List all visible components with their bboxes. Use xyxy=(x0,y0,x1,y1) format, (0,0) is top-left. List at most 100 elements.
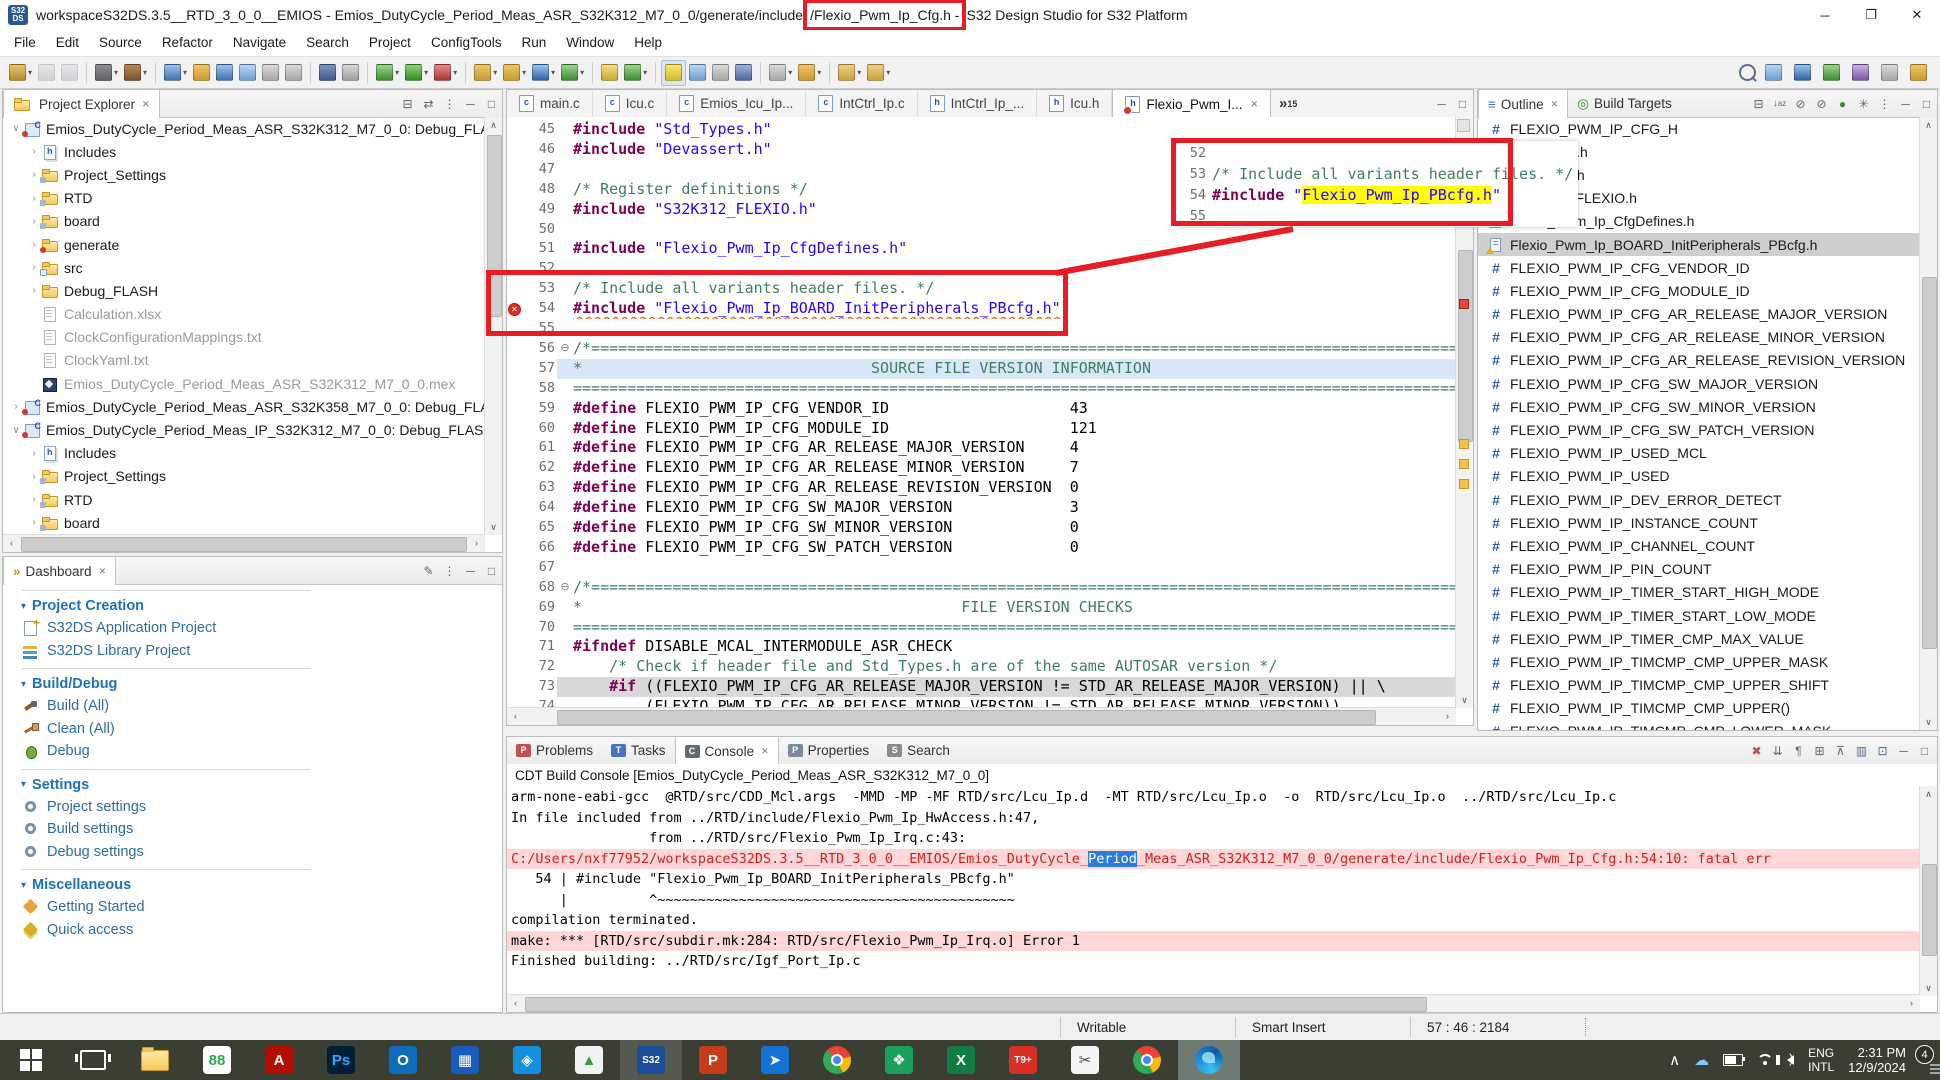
console-line-4[interactable]: C:/Users/nxf77952/workspaceS32DS.3.5__RT… xyxy=(507,849,1920,870)
pin-editor-icon[interactable] xyxy=(339,61,362,85)
console-tab-properties[interactable]: PProperties xyxy=(779,737,879,764)
dropdown-caret-icon[interactable]: ▾ xyxy=(453,68,457,77)
tree-item-includes[interactable]: ›Includes xyxy=(3,442,485,465)
collapse-all-icon[interactable]: ⊟ xyxy=(397,90,418,117)
occurrence-marker[interactable] xyxy=(1459,459,1469,469)
collapsed-arrow-icon[interactable]: › xyxy=(27,193,41,204)
close-icon[interactable]: ✕ xyxy=(1551,99,1559,110)
outline-item[interactable]: #FLEXIO_PWM_IP_TIMCMP_CMP_LOWER_MASK xyxy=(1478,720,1920,730)
build-icon[interactable]: ▾ xyxy=(121,61,150,85)
dashboard-link-project-settings[interactable]: Project settings xyxy=(3,796,502,819)
section-collapse-icon[interactable]: ▾ xyxy=(21,880,26,891)
edit-icon[interactable]: ✎ xyxy=(418,557,439,584)
hide-non-public-icon[interactable]: ● xyxy=(1832,90,1853,117)
redo-icon[interactable] xyxy=(282,61,305,85)
code-line-62[interactable]: 62#define FLEXIO_PWM_IP_CFG_AR_RELEASE_M… xyxy=(507,458,1456,478)
project-tree-hscrollbar[interactable]: ‹ › xyxy=(3,534,485,552)
hide-static-icon[interactable]: ⊘ xyxy=(1811,90,1832,117)
console-line-8[interactable]: make: *** [RTD/src/subdir.mk:284: RTD/sr… xyxy=(507,931,1920,952)
collapsed-arrow-icon[interactable]: › xyxy=(27,146,41,157)
menu-navigate[interactable]: Navigate xyxy=(223,30,296,56)
expanded-arrow-icon[interactable]: ∨ xyxy=(9,123,23,134)
occurrence-marker[interactable] xyxy=(1459,479,1469,489)
outline-item[interactable]: #FLEXIO_PWM_IP_CFG_AR_RELEASE_MINOR_VERS… xyxy=(1478,326,1920,349)
editor-tab-main-c[interactable]: cmain.c xyxy=(507,90,593,117)
show-pilcrow-icon[interactable] xyxy=(732,61,755,85)
debug-icon[interactable]: ▾ xyxy=(373,61,402,85)
display-console-icon[interactable]: ▥ xyxy=(1851,737,1872,764)
view-menu-icon[interactable]: ⋮ xyxy=(1874,90,1895,117)
edge[interactable] xyxy=(1178,1040,1240,1080)
minimize-view-icon[interactable]: ─ xyxy=(460,90,481,117)
tab-project-explorer[interactable]: Project Explorer✕ xyxy=(3,90,160,118)
code-line-57[interactable]: 57* SOURCE FILE VERSION INFORMATION xyxy=(507,359,1456,379)
t9-app[interactable]: T9+ xyxy=(992,1040,1054,1080)
tab-outline[interactable]: ≡ Outline✕ xyxy=(1478,90,1568,118)
perspective-cc-icon[interactable] xyxy=(1791,61,1814,85)
battery-icon[interactable] xyxy=(1723,1054,1743,1066)
outline-item[interactable]: #FLEXIO_PWM_IP_CFG_H xyxy=(1478,117,1920,140)
start-button[interactable] xyxy=(0,1040,62,1080)
open-perspective-icon[interactable] xyxy=(1762,61,1785,85)
minimize-view-icon[interactable]: ─ xyxy=(460,557,481,584)
outline-vscrollbar[interactable]: ∧ ∨ xyxy=(1919,117,1937,730)
tab-build-targets[interactable]: ◎ Build Targets xyxy=(1568,90,1681,117)
code-line-67[interactable]: 67 xyxy=(507,558,1456,578)
editor-tab-flexio-pwm-i-[interactable]: hFlexio_Pwm_I...✕ xyxy=(1112,90,1271,118)
word-wrap-icon[interactable]: ¶ xyxy=(1788,737,1809,764)
outline-item[interactable]: #FLEXIO_PWM_IP_CFG_AR_RELEASE_MAJOR_VERS… xyxy=(1478,303,1920,326)
project-tree-vscrollbar[interactable]: ∧ ∨ xyxy=(484,117,502,535)
collapsed-arrow-icon[interactable]: › xyxy=(27,517,41,528)
task-view-button[interactable] xyxy=(62,1040,124,1080)
outline-item[interactable]: #FLEXIO_PWM_IP_INSTANCE_COUNT xyxy=(1478,511,1920,534)
maximize-button[interactable]: ❐ xyxy=(1848,0,1894,30)
close-button[interactable]: ✕ xyxy=(1894,0,1940,30)
dashboard-link-build-settings[interactable]: Build settings xyxy=(3,818,502,841)
bookmark-icon[interactable] xyxy=(598,61,621,85)
dashboard-section-build-debug[interactable]: ▾Build/Debug xyxy=(3,673,502,695)
minimize-view-icon[interactable]: ─ xyxy=(1895,90,1916,117)
menu-help[interactable]: Help xyxy=(624,30,672,56)
undo-icon[interactable] xyxy=(259,61,282,85)
menu-source[interactable]: Source xyxy=(89,30,152,56)
tree-item-includes[interactable]: ›Includes xyxy=(3,140,485,163)
last-edit-location-icon[interactable]: ▾ xyxy=(795,61,824,85)
tab-dashboard[interactable]: » Dashboard✕ xyxy=(3,557,116,585)
minimize-view-icon[interactable]: ─ xyxy=(1893,737,1914,764)
dashboard-link-s32ds-library-project[interactable]: S32DS Library Project xyxy=(3,640,502,663)
outline-item[interactable]: #FLEXIO_PWM_IP_CHANNEL_COUNT xyxy=(1478,534,1920,557)
console-tab-search[interactable]: SSearch xyxy=(878,737,959,764)
minimize-button[interactable]: ─ xyxy=(1802,0,1848,30)
mark-occurrences-icon[interactable] xyxy=(686,61,709,85)
code-line-63[interactable]: 63#define FLEXIO_PWM_IP_CFG_AR_RELEASE_R… xyxy=(507,478,1456,498)
forward-icon[interactable]: ▾ xyxy=(864,61,893,85)
code-line-53[interactable]: 53/* Include all variants header files. … xyxy=(507,279,1456,299)
dropdown-caret-icon[interactable]: ▾ xyxy=(183,68,187,77)
console-tab-tasks[interactable]: TTasks xyxy=(602,737,675,764)
c-build-settings-icon[interactable]: ▾ xyxy=(529,61,558,85)
code-line-70[interactable]: 70======================================… xyxy=(507,618,1456,638)
editor-hscrollbar[interactable]: ‹ › xyxy=(507,707,1456,725)
outline-item[interactable]: #FLEXIO_PWM_IP_USED_MCL xyxy=(1478,442,1920,465)
outline-item[interactable]: #FLEXIO_PWM_IP_TIMCMP_CMP_UPPER_MASK xyxy=(1478,650,1920,673)
code-line-56[interactable]: 56⊖/*===================================… xyxy=(507,339,1456,359)
console-line-7[interactable]: compilation terminated. xyxy=(511,910,1920,931)
menu-configtools[interactable]: ConfigTools xyxy=(421,30,512,56)
outline-item[interactable]: #FLEXIO_PWM_IP_TIMER_CMP_MAX_VALUE xyxy=(1478,627,1920,650)
maximize-view-icon[interactable]: □ xyxy=(1916,90,1937,117)
outlook[interactable]: O xyxy=(372,1040,434,1080)
acrobat[interactable]: A xyxy=(248,1040,310,1080)
open-element-icon[interactable] xyxy=(236,61,259,85)
sort-icon[interactable]: ↓az xyxy=(1769,90,1790,117)
photoshop[interactable]: Ps xyxy=(310,1040,372,1080)
code-line-65[interactable]: 65#define FLEXIO_PWM_IP_CFG_SW_MINOR_VER… xyxy=(507,518,1456,538)
pin-console-icon[interactable]: ⊼ xyxy=(1830,737,1851,764)
open-console-icon[interactable]: ⊡ xyxy=(1872,737,1893,764)
collapsed-arrow-icon[interactable]: › xyxy=(27,471,41,482)
console-line-2[interactable]: In file included from ../RTD/include/Fle… xyxy=(511,808,1920,829)
tree-item-project-settings[interactable]: ›Project_Settings xyxy=(3,163,485,186)
show-whitespace-icon[interactable] xyxy=(709,61,732,85)
collapsed-arrow-icon[interactable]: › xyxy=(27,285,41,296)
mail-app[interactable]: ➤ xyxy=(744,1040,806,1080)
collapsed-arrow-icon[interactable]: › xyxy=(27,448,41,459)
